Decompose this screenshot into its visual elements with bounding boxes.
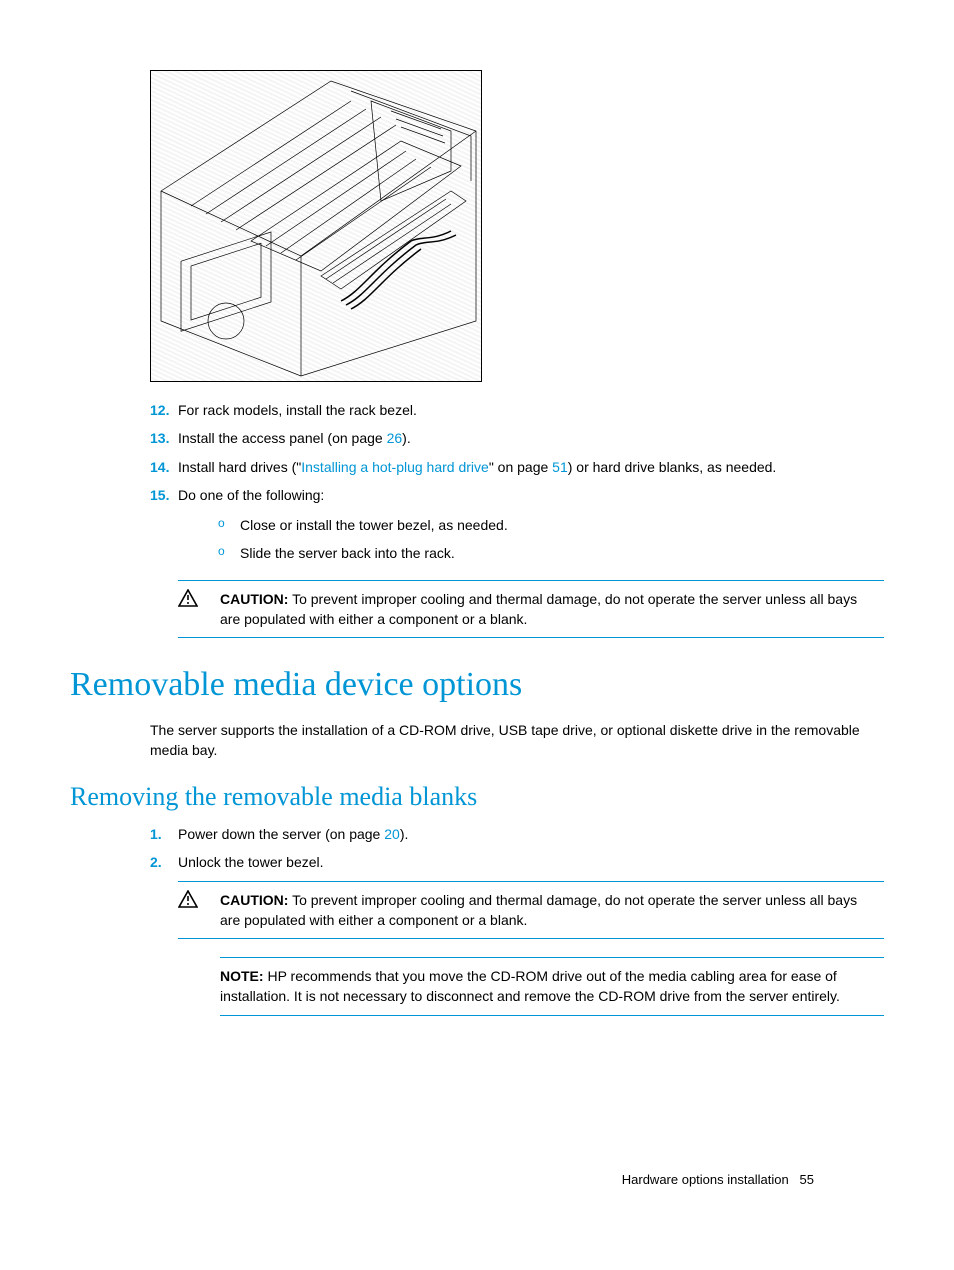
section-intro-paragraph: The server supports the installation of … <box>150 720 884 761</box>
note-text: HP recommends that you move the CD-ROM d… <box>220 968 840 1004</box>
sub-item: oClose or install the tower bezel, as ne… <box>218 515 884 535</box>
step-number: 12. <box>150 400 178 420</box>
caution-label: CAUTION: <box>220 892 288 908</box>
steps-list-a: 12. For rack models, install the rack be… <box>150 400 884 572</box>
callout-body: CAUTION: To prevent improper cooling and… <box>220 589 880 630</box>
step-text: Install hard drives ("Installing a hot-p… <box>178 457 884 477</box>
step-number: 14. <box>150 457 178 477</box>
sub-text: Close or install the tower bezel, as nee… <box>240 515 508 535</box>
caution-text: To prevent improper cooling and thermal … <box>220 591 857 627</box>
callout-body: CAUTION: To prevent improper cooling and… <box>220 890 880 931</box>
footer-section-name: Hardware options installation <box>622 1172 789 1187</box>
callout-body: NOTE: HP recommends that you move the CD… <box>220 966 880 1007</box>
step-number: 1. <box>150 824 178 844</box>
caution-text: To prevent improper cooling and thermal … <box>220 892 857 928</box>
page-link[interactable]: 26 <box>387 430 403 446</box>
section-heading-h1: Removable media device options <box>70 660 884 709</box>
step-number: 2. <box>150 852 178 872</box>
page-footer: Hardware options installation 55 <box>622 1171 814 1190</box>
note-callout: NOTE: HP recommends that you move the CD… <box>220 957 884 1016</box>
caution-callout: CAUTION: To prevent improper cooling and… <box>178 881 884 940</box>
sub-item: oSlide the server back into the rack. <box>218 543 884 563</box>
step-text: Unlock the tower bezel. <box>178 852 884 872</box>
step-text: For rack models, install the rack bezel. <box>178 400 884 420</box>
step-12: 12. For rack models, install the rack be… <box>150 400 884 420</box>
caution-icon <box>178 890 220 931</box>
step-number: 15. <box>150 485 178 572</box>
sub-text: Slide the server back into the rack. <box>240 543 455 563</box>
bullet-icon: o <box>218 515 240 535</box>
footer-page-number: 55 <box>800 1172 814 1187</box>
step-number: 13. <box>150 428 178 448</box>
step-13: 13. Install the access panel (on page 26… <box>150 428 884 448</box>
server-internals-diagram <box>150 70 482 382</box>
bullet-icon: o <box>218 543 240 563</box>
step-14: 14. Install hard drives ("Installing a h… <box>150 457 884 477</box>
steps-list-b: 1. Power down the server (on page 20). 2… <box>150 824 884 873</box>
step-15: 15. Do one of the following: oClose or i… <box>150 485 884 572</box>
step-2: 2. Unlock the tower bezel. <box>150 852 884 872</box>
caution-callout: CAUTION: To prevent improper cooling and… <box>178 580 884 639</box>
section-heading-h2: Removing the removable media blanks <box>70 778 884 816</box>
step-text: Install the access panel (on page 26). <box>178 428 884 448</box>
caution-label: CAUTION: <box>220 591 288 607</box>
xref-link[interactable]: Installing a hot-plug hard drive <box>301 459 489 475</box>
caution-icon <box>178 589 220 630</box>
step-text: Do one of the following: oClose or insta… <box>178 485 884 572</box>
step-text: Power down the server (on page 20). <box>178 824 884 844</box>
page-link[interactable]: 20 <box>384 826 400 842</box>
sub-list: oClose or install the tower bezel, as ne… <box>218 515 884 564</box>
step-1: 1. Power down the server (on page 20). <box>150 824 884 844</box>
note-label: NOTE: <box>220 968 264 984</box>
page-link[interactable]: 51 <box>552 459 568 475</box>
